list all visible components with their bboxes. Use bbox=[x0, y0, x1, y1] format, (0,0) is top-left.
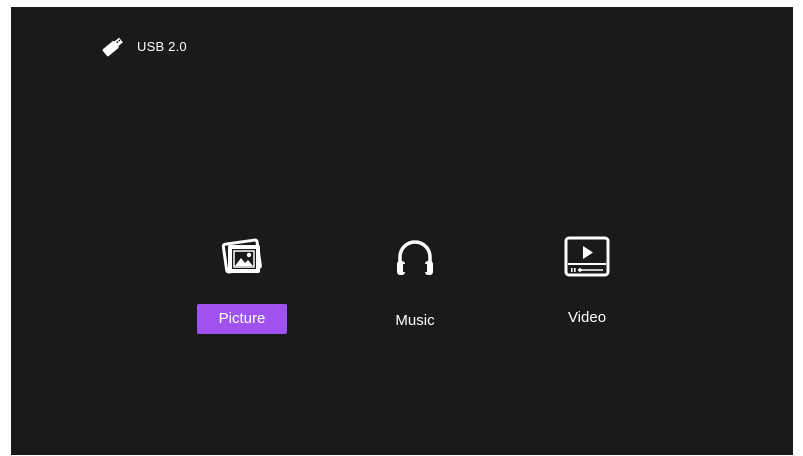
picture-icon bbox=[197, 233, 287, 286]
usb-drive-icon bbox=[99, 32, 127, 60]
menu-item-picture[interactable]: Picture bbox=[197, 233, 287, 334]
menu-label-picture[interactable]: Picture bbox=[197, 304, 287, 334]
storage-source: USB 2.0 bbox=[99, 33, 187, 59]
headphones-icon bbox=[370, 233, 460, 286]
menu-item-music[interactable]: Music bbox=[370, 233, 460, 336]
video-player-icon bbox=[542, 233, 632, 286]
storage-source-label: USB 2.0 bbox=[137, 38, 187, 54]
menu-label-video[interactable]: Video bbox=[542, 303, 632, 333]
media-player-screen: USB 2.0 Picture Music Video bbox=[11, 7, 793, 455]
menu-item-video[interactable]: Video bbox=[542, 233, 632, 333]
menu-label-music[interactable]: Music bbox=[370, 306, 460, 336]
